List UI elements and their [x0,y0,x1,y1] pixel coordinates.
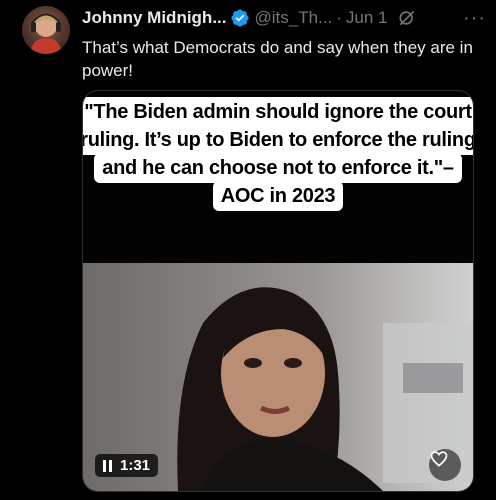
video-media[interactable]: "The Biden admin should ignore the court… [82,90,474,492]
tweet-header: Johnny Midnigh... @its_Th... · Jun 1 ··· [82,4,488,32]
grok-icon[interactable] [397,8,417,28]
caption-line: AOC in 2023 [212,181,344,211]
caption-line: and he can choose not to enforce it."– [94,153,462,183]
tweet-date[interactable]: Jun 1 [346,8,388,28]
author-handle[interactable]: @its_Th... [254,8,332,28]
pause-icon [103,459,112,472]
tweet-text: That’s what Democrats do and say when th… [82,38,473,80]
author-name[interactable]: Johnny Midnigh... [82,8,226,28]
separator-dot: · [336,8,342,27]
video-duration: 1:31 [120,457,151,474]
avatar[interactable] [22,6,70,54]
video-frame[interactable]: 1:31 [83,263,473,491]
video-duration-badge[interactable]: 1:31 [95,454,159,477]
heart-icon [430,451,448,467]
caption-line: "The Biden admin should ignore the court [83,97,473,127]
caption-line: ruling. It’s up to Biden to enforce the … [83,125,473,155]
like-button[interactable] [429,449,461,481]
verified-badge-icon [230,8,250,28]
video-caption: "The Biden admin should ignore the court… [83,97,473,211]
more-icon[interactable]: ··· [463,7,486,30]
